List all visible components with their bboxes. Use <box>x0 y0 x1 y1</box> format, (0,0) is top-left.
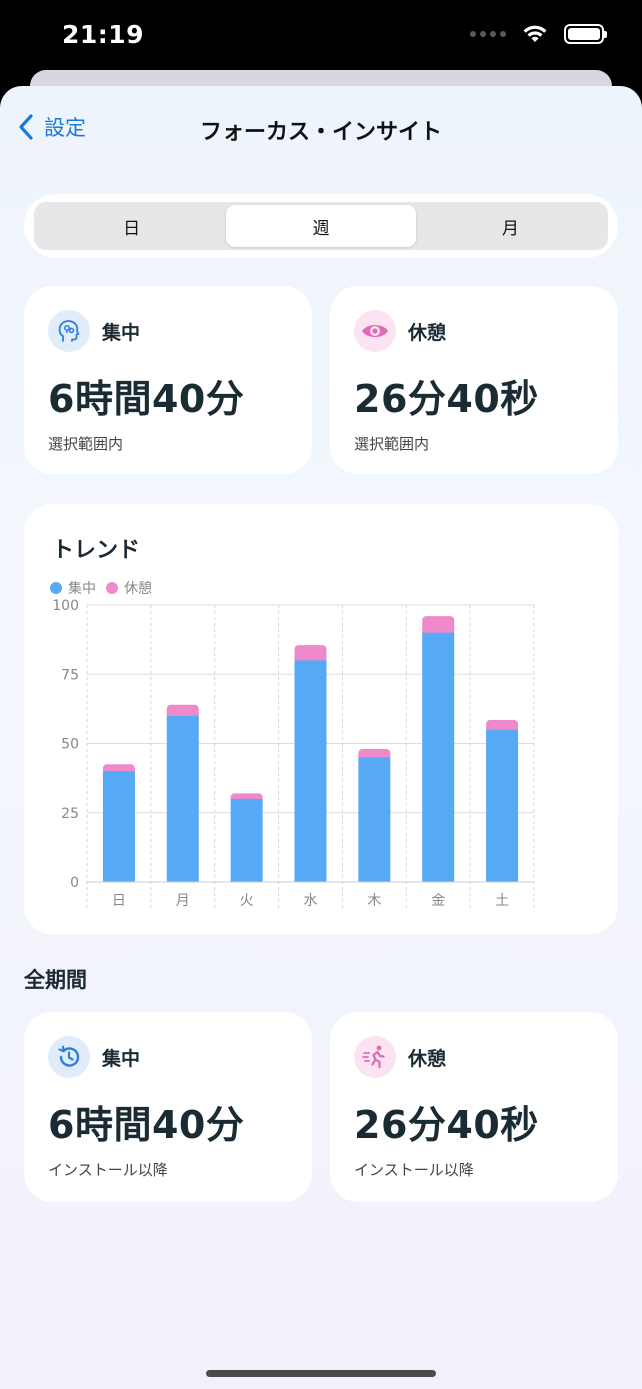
y-tick-label: 25 <box>61 806 79 822</box>
all-time-focus-card: 集中 6時間40分 インストール以降 <box>24 1012 312 1202</box>
range-focus-label: 集中 <box>102 321 141 344</box>
segment-week[interactable]: 週 <box>226 205 416 247</box>
bar-focus <box>166 715 199 882</box>
x-tick-label: 土 <box>495 893 509 909</box>
x-tick-label: 水 <box>304 893 318 909</box>
all-time-focus-caption: インストール以降 <box>48 1161 168 1179</box>
range-rest-value: 26分40秒 <box>354 377 539 421</box>
bar-focus <box>358 757 391 882</box>
trend-card: トレンド 集中 休憩 0 25 50 75 100 日月火水木金土 <box>24 504 618 934</box>
trend-bar-chart: 0 25 50 75 100 日 月 火 水 木 金 土 <box>52 598 535 909</box>
bar-focus <box>422 632 455 882</box>
segment-month[interactable]: 月 <box>416 205 605 247</box>
x-tick-label: 金 <box>431 893 445 909</box>
bar-focus <box>294 660 327 882</box>
cellular-signal-icon <box>470 31 506 37</box>
period-segment-container: 日 週 月 <box>24 194 618 258</box>
eye-icon <box>354 310 396 352</box>
home-indicator[interactable] <box>206 1370 436 1377</box>
x-tick-label: 木 <box>367 893 381 909</box>
page-title: フォーカス・インサイト <box>199 120 442 145</box>
running-person-icon <box>354 1036 396 1078</box>
status-indicators <box>470 24 607 44</box>
y-tick-label: 50 <box>61 737 79 753</box>
range-rest-card: 休憩 26分40秒 選択範囲内 <box>330 286 618 474</box>
bar-focus <box>102 771 135 882</box>
battery-icon <box>564 24 607 44</box>
focus-insights-sheet: 設定 フォーカス・インサイト 日 週 月 集中 6時間40分 選択範囲内 休憩 … <box>0 86 642 1389</box>
x-tick-label: 日 <box>112 893 126 909</box>
all-time-rest-caption: インストール以降 <box>354 1161 474 1179</box>
status-time: 21:19 <box>62 20 145 49</box>
range-rest-label: 休憩 <box>408 321 447 344</box>
all-time-rest-value: 26分40秒 <box>354 1103 539 1147</box>
all-time-section-title: 全期間 <box>24 968 87 992</box>
x-tick-label: 火 <box>240 893 254 909</box>
x-tick-label: 月 <box>176 893 190 909</box>
wifi-icon <box>523 25 547 42</box>
bar-focus <box>486 729 519 882</box>
range-focus-card: 集中 6時間40分 選択範囲内 <box>24 286 312 474</box>
navigation-bar: 設定 フォーカス・インサイト <box>0 86 642 170</box>
range-rest-caption: 選択範囲内 <box>354 435 430 453</box>
range-focus-caption: 選択範囲内 <box>48 435 124 453</box>
clock-history-icon <box>48 1036 90 1078</box>
all-time-focus-value: 6時間40分 <box>48 1103 245 1147</box>
bar-focus <box>230 798 263 882</box>
brain-head-icon <box>48 310 90 352</box>
y-tick-label: 0 <box>70 875 79 891</box>
all-time-rest-label: 休憩 <box>408 1047 447 1070</box>
all-time-rest-card: 休憩 26分40秒 インストール以降 <box>330 1012 618 1202</box>
all-time-focus-label: 集中 <box>102 1047 141 1070</box>
range-focus-value: 6時間40分 <box>48 377 245 421</box>
y-tick-label: 100 <box>52 598 79 614</box>
y-tick-label: 75 <box>61 667 79 683</box>
period-segmented-control: 日 週 月 <box>34 202 608 250</box>
segment-day[interactable]: 日 <box>37 205 226 247</box>
